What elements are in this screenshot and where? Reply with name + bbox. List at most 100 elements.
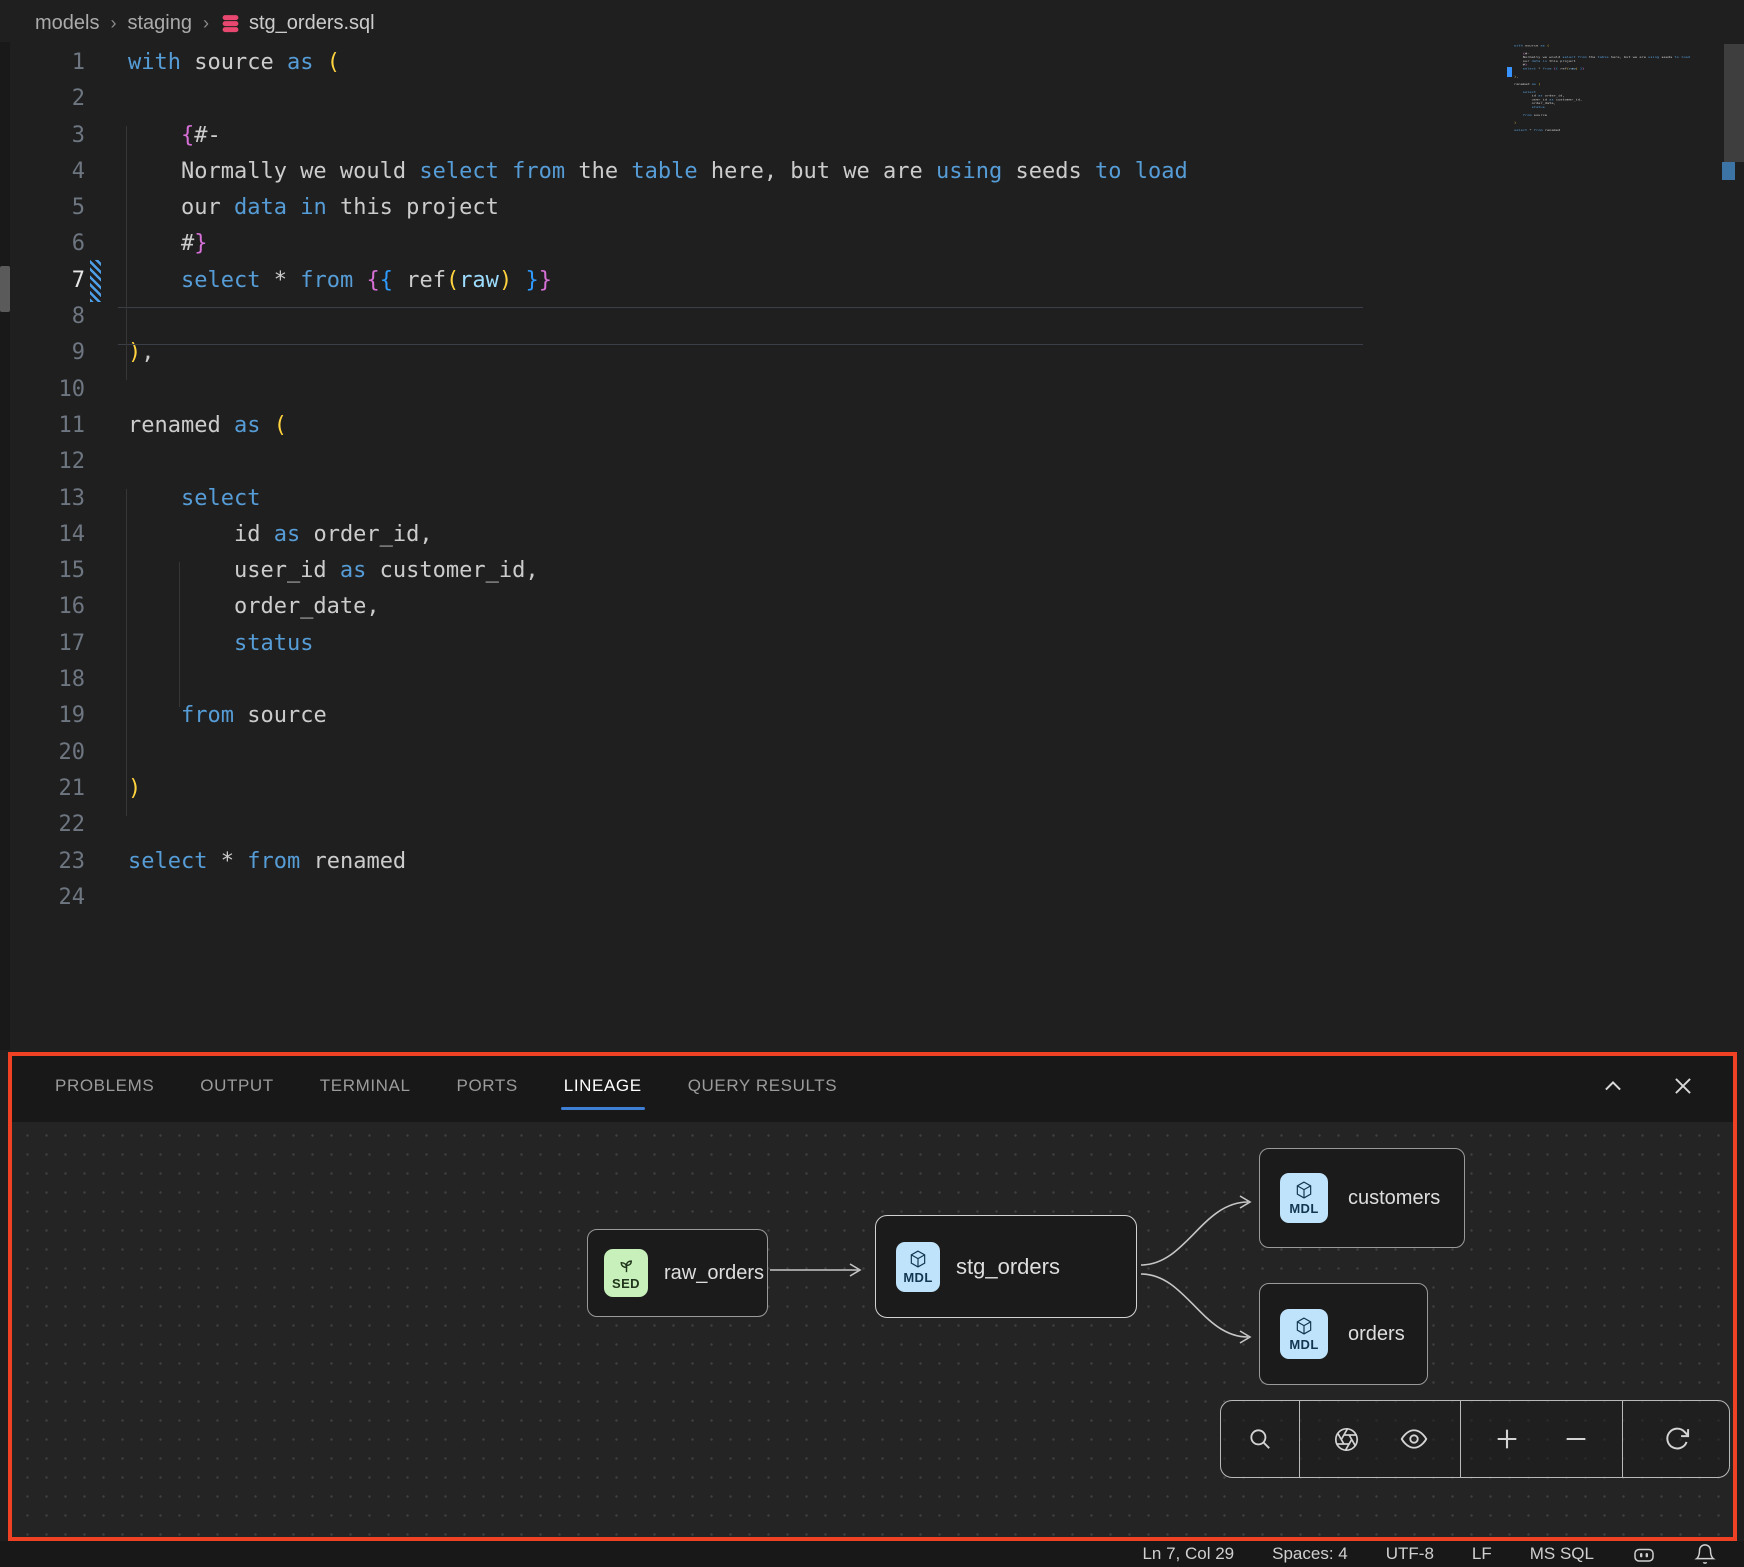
status-language-mode[interactable]: MS SQL — [1530, 1544, 1594, 1564]
gutter[interactable] — [85, 335, 128, 371]
line-number[interactable]: 20 — [0, 735, 85, 771]
breadcrumb-file[interactable]: stg_orders.sql — [220, 12, 375, 35]
breadcrumb-item-models[interactable]: models — [35, 12, 99, 35]
refresh-button[interactable] — [1655, 1417, 1699, 1461]
lineage-node-raw-orders[interactable]: SED raw_orders — [587, 1229, 768, 1317]
line-number[interactable]: 9 — [0, 335, 85, 371]
gutter[interactable] — [85, 698, 128, 734]
code-line[interactable]: 6 #} — [0, 226, 1744, 262]
breadcrumb-item-staging[interactable]: staging — [127, 12, 192, 35]
code-line[interactable]: 7 select * from {{ ref(raw) }} — [0, 263, 1744, 299]
gutter[interactable] — [85, 444, 128, 480]
minimap[interactable]: with source as ( {#- Normally we would s… — [1514, 44, 1680, 136]
gutter[interactable] — [85, 589, 128, 625]
gutter[interactable] — [85, 553, 128, 589]
lineage-node-stg-orders[interactable]: MDL stg_orders — [875, 1215, 1137, 1318]
code-line[interactable]: 10 — [0, 372, 1744, 408]
code-line[interactable]: 5 our data in this project — [0, 190, 1744, 226]
line-number[interactable]: 6 — [0, 226, 85, 262]
status-encoding[interactable]: UTF-8 — [1386, 1544, 1434, 1564]
code-line[interactable]: 17 status — [0, 626, 1744, 662]
gutter[interactable] — [85, 517, 128, 553]
maximize-panel-button[interactable] — [1591, 1064, 1635, 1108]
code-content[interactable]: 1with source as (23 {#-4 Normally we wou… — [0, 45, 1744, 916]
gutter[interactable] — [85, 263, 128, 299]
code-line[interactable]: 11renamed as ( — [0, 408, 1744, 444]
gutter[interactable] — [85, 81, 128, 117]
gutter[interactable] — [85, 481, 128, 517]
line-number[interactable]: 17 — [0, 626, 85, 662]
tab-lineage[interactable]: LINEAGE — [564, 1066, 642, 1106]
line-number[interactable]: 14 — [0, 517, 85, 553]
status-cursor-position[interactable]: Ln 7, Col 29 — [1142, 1544, 1234, 1564]
code-line[interactable]: 4 Normally we would select from the tabl… — [0, 154, 1744, 190]
editor-scrollbar[interactable] — [1724, 44, 1744, 162]
gutter[interactable] — [85, 154, 128, 190]
code-line[interactable]: 15 user_id as customer_id, — [0, 553, 1744, 589]
tab-query-results[interactable]: QUERY RESULTS — [688, 1066, 838, 1106]
line-number[interactable]: 8 — [0, 299, 85, 335]
gutter[interactable] — [85, 408, 128, 444]
line-number[interactable]: 7 — [0, 263, 85, 299]
gutter[interactable] — [85, 880, 128, 916]
line-number[interactable]: 2 — [0, 81, 85, 117]
line-number[interactable]: 13 — [0, 481, 85, 517]
gutter[interactable] — [85, 45, 128, 81]
line-number[interactable]: 18 — [0, 662, 85, 698]
line-number[interactable]: 16 — [0, 589, 85, 625]
gutter[interactable] — [85, 735, 128, 771]
code-line[interactable]: 19 from source — [0, 698, 1744, 734]
gutter[interactable] — [85, 118, 128, 154]
tab-problems[interactable]: PROBLEMS — [55, 1066, 154, 1106]
search-button[interactable] — [1238, 1417, 1282, 1461]
gutter[interactable] — [85, 372, 128, 408]
code-editor[interactable]: 1with source as (23 {#-4 Normally we wou… — [0, 45, 1744, 1045]
line-number[interactable]: 5 — [0, 190, 85, 226]
line-number[interactable]: 15 — [0, 553, 85, 589]
code-line[interactable]: 2 — [0, 81, 1744, 117]
gutter[interactable] — [85, 190, 128, 226]
lineage-node-customers[interactable]: MDL customers — [1259, 1148, 1465, 1248]
code-line[interactable]: 14 id as order_id, — [0, 517, 1744, 553]
zoom-out-button[interactable] — [1554, 1417, 1598, 1461]
status-indentation[interactable]: Spaces: 4 — [1272, 1544, 1348, 1564]
code-line[interactable]: 21) — [0, 771, 1744, 807]
line-number[interactable]: 10 — [0, 372, 85, 408]
gutter[interactable] — [85, 226, 128, 262]
code-line[interactable]: 16 order_date, — [0, 589, 1744, 625]
line-number[interactable]: 11 — [0, 408, 85, 444]
line-number[interactable]: 19 — [0, 698, 85, 734]
gutter[interactable] — [85, 844, 128, 880]
notifications-button[interactable] — [1694, 1543, 1716, 1565]
tab-output[interactable]: OUTPUT — [200, 1066, 273, 1106]
code-line[interactable]: 22 — [0, 807, 1744, 843]
code-line[interactable]: 24 — [0, 880, 1744, 916]
zoom-in-button[interactable] — [1485, 1417, 1529, 1461]
code-line[interactable]: 3 {#- — [0, 118, 1744, 154]
line-number[interactable]: 3 — [0, 118, 85, 154]
tab-terminal[interactable]: TERMINAL — [320, 1066, 411, 1106]
lineage-node-orders[interactable]: MDL orders — [1259, 1283, 1428, 1385]
code-line[interactable]: 23select * from renamed — [0, 844, 1744, 880]
visibility-button[interactable] — [1392, 1417, 1436, 1461]
tab-ports[interactable]: PORTS — [457, 1066, 518, 1106]
line-number[interactable]: 24 — [0, 880, 85, 916]
close-panel-button[interactable] — [1661, 1064, 1705, 1108]
copilot-button[interactable] — [1632, 1543, 1656, 1565]
line-number[interactable]: 22 — [0, 807, 85, 843]
line-number[interactable]: 21 — [0, 771, 85, 807]
gutter[interactable] — [85, 662, 128, 698]
gutter[interactable] — [85, 626, 128, 662]
code-line[interactable]: 12 — [0, 444, 1744, 480]
status-eol[interactable]: LF — [1472, 1544, 1492, 1564]
line-number[interactable]: 12 — [0, 444, 85, 480]
code-line[interactable]: 13 select — [0, 481, 1744, 517]
gutter[interactable] — [85, 299, 128, 335]
gutter[interactable] — [85, 807, 128, 843]
code-line[interactable]: 1with source as ( — [0, 45, 1744, 81]
aperture-button[interactable] — [1324, 1417, 1368, 1461]
line-number[interactable]: 4 — [0, 154, 85, 190]
code-line[interactable]: 18 — [0, 662, 1744, 698]
line-number[interactable]: 23 — [0, 844, 85, 880]
line-number[interactable]: 1 — [0, 45, 85, 81]
